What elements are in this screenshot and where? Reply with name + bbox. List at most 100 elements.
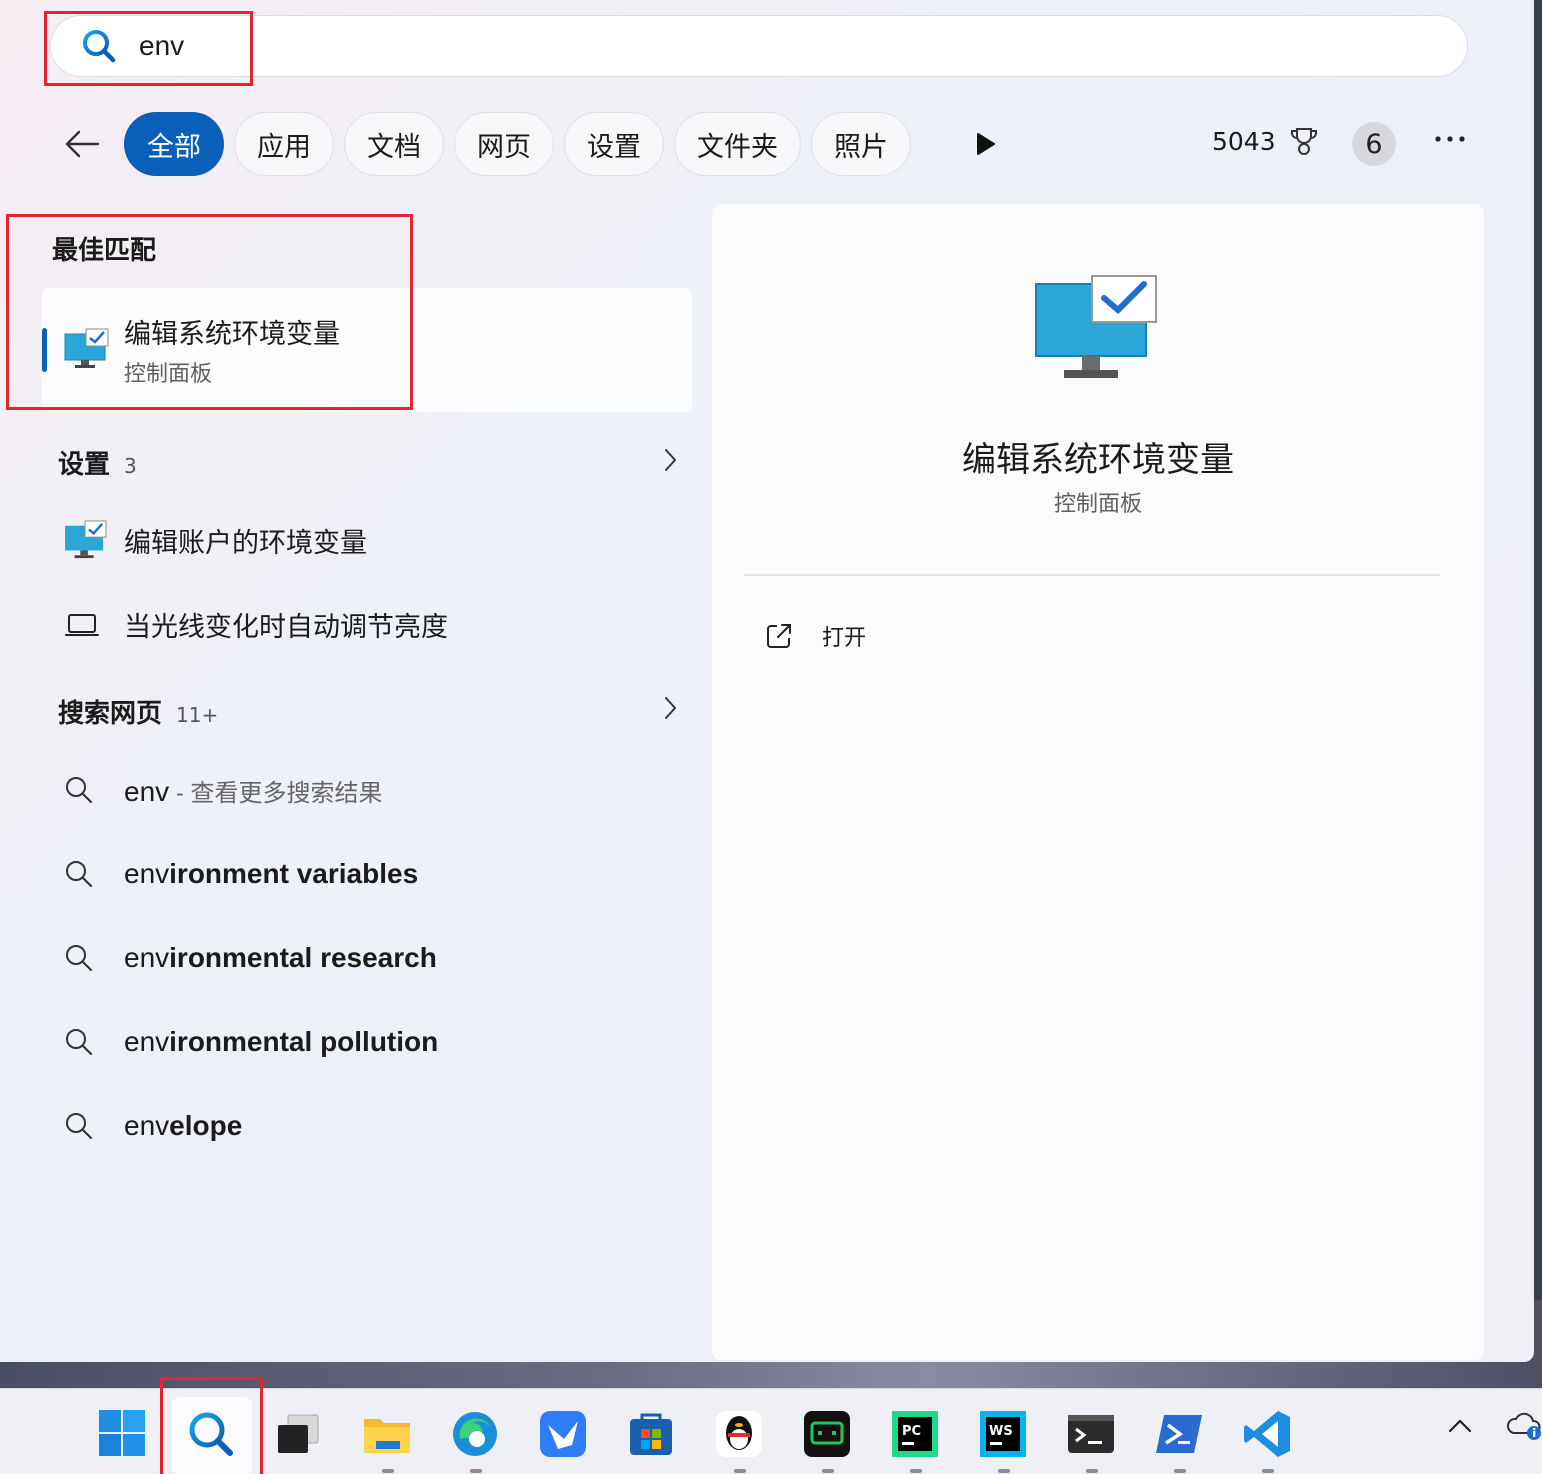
web-suggestion[interactable]: environmental pollution	[58, 1012, 438, 1072]
arrow-left-icon	[65, 130, 100, 158]
divider	[744, 574, 1440, 576]
web-result-more[interactable]: env - 查看更多搜索结果	[58, 760, 382, 820]
svg-text:PC: PC	[902, 1424, 921, 1439]
more-options-icon[interactable]	[1432, 128, 1468, 160]
web-suggestion-label: envelope	[124, 1110, 242, 1142]
web-suggestion[interactable]: envelope	[58, 1096, 242, 1156]
search-icon[interactable]	[186, 1409, 236, 1459]
pycharm-icon[interactable]: PC	[890, 1409, 940, 1459]
search-icon	[66, 1029, 93, 1056]
preview-title: 编辑系统环境变量	[962, 440, 1234, 480]
task-view-icon[interactable]	[274, 1409, 324, 1459]
web-result-term: env	[124, 775, 170, 807]
best-match-item[interactable]: 编辑系统环境变量 控制面板	[42, 288, 692, 412]
terminal-app-icon[interactable]	[802, 1409, 852, 1459]
chevron-right-icon[interactable]	[660, 694, 680, 722]
search-input[interactable]	[139, 26, 1439, 66]
account-badge[interactable]: 6	[1352, 122, 1396, 166]
play-icon[interactable]	[970, 128, 1000, 160]
svg-text:WS: WS	[989, 1424, 1013, 1439]
running-indicator	[382, 1469, 394, 1473]
selection-indicator	[42, 328, 47, 372]
file-explorer-icon[interactable]	[362, 1409, 412, 1459]
start-button[interactable]	[98, 1409, 148, 1459]
running-indicator	[910, 1469, 922, 1473]
search-icon	[66, 777, 93, 804]
web-suggestion[interactable]: environmental research	[58, 928, 437, 988]
microsoft-store-icon[interactable]	[626, 1409, 676, 1459]
open-label: 打开	[822, 626, 867, 651]
search-icon	[66, 945, 93, 972]
web-heading-label: 搜索网页	[58, 699, 163, 729]
settings-item-account-env[interactable]: 编辑账户的环境变量	[58, 510, 367, 570]
settings-count: 3	[124, 454, 137, 478]
search-panel: 全部 应用 文档 网页 设置 文件夹 照片 5043 6 最佳匹配	[0, 0, 1534, 1362]
monitor-check-icon	[1035, 275, 1157, 378]
running-indicator	[1262, 1469, 1274, 1473]
search-icon	[66, 1113, 93, 1140]
powershell-icon[interactable]	[1154, 1409, 1204, 1459]
filter-tabs: 全部 应用 文档 网页 设置 文件夹 照片	[124, 112, 911, 176]
qq-app-icon[interactable]	[714, 1409, 764, 1459]
suggestion-prefix: env	[124, 942, 170, 973]
vscode-icon[interactable]	[1242, 1409, 1292, 1459]
chevron-up-icon[interactable]	[1446, 1413, 1474, 1441]
settings-item-label: 当光线变化时自动调节亮度	[124, 611, 448, 643]
tab-all[interactable]: 全部	[124, 112, 224, 176]
search-box[interactable]	[50, 15, 1468, 77]
web-result-label: env - 查看更多搜索结果	[124, 773, 382, 808]
windows-logo-icon	[99, 1410, 145, 1456]
running-indicator	[1174, 1469, 1186, 1473]
open-button[interactable]: 打开	[764, 614, 866, 658]
web-count: 11+	[176, 703, 219, 727]
rewards-points[interactable]: 5043	[1212, 126, 1318, 156]
search-icon	[83, 30, 116, 63]
edge-browser-icon[interactable]	[450, 1409, 500, 1459]
trophy-icon	[1290, 128, 1317, 155]
suggestion-rest: elope	[169, 1110, 243, 1141]
web-suggestion-label: environmental pollution	[124, 1026, 438, 1058]
tab-web[interactable]: 网页	[454, 112, 554, 176]
running-indicator	[470, 1469, 482, 1473]
suggestion-rest: ironmental research	[169, 942, 437, 973]
tab-apps[interactable]: 应用	[234, 112, 334, 176]
suggestion-prefix: env	[124, 1026, 170, 1057]
web-suggestion-label: environment variables	[124, 858, 418, 890]
cloud-icon[interactable]	[1506, 1409, 1542, 1443]
monitor-check-icon	[64, 328, 109, 368]
taskbar: PC WS	[0, 1377, 1542, 1474]
tab-photos[interactable]: 照片	[811, 112, 911, 176]
back-button[interactable]	[60, 122, 104, 166]
settings-heading-label: 设置	[58, 450, 111, 480]
preview-subtitle: 控制面板	[1053, 492, 1142, 517]
running-indicator	[822, 1469, 834, 1473]
search-icon	[66, 861, 93, 888]
running-indicator	[1086, 1469, 1098, 1473]
suggestion-rest: ironment variables	[169, 858, 419, 889]
open-external-icon	[767, 624, 791, 648]
settings-item-auto-brightness[interactable]: 当光线变化时自动调节亮度	[58, 594, 448, 654]
chevron-right-icon[interactable]	[660, 446, 680, 474]
best-match-heading: 最佳匹配	[52, 236, 157, 266]
best-match-title: 编辑系统环境变量	[124, 319, 340, 350]
tab-settings[interactable]: 设置	[564, 112, 664, 176]
web-suggestion[interactable]: environment variables	[58, 844, 418, 904]
web-result-suffix: - 查看更多搜索结果	[169, 779, 383, 807]
windows-terminal-icon[interactable]	[1066, 1409, 1116, 1459]
best-match-subtitle: 控制面板	[124, 362, 213, 387]
web-suggestion-label: environmental research	[124, 942, 437, 974]
running-indicator	[734, 1469, 746, 1473]
monitor-check-icon	[65, 520, 107, 559]
tab-documents[interactable]: 文档	[344, 112, 444, 176]
suggestion-rest: ironmental pollution	[169, 1026, 439, 1057]
suggestion-prefix: env	[124, 858, 170, 889]
points-value: 5043	[1212, 126, 1276, 156]
laptop-icon	[65, 614, 99, 636]
preview-pane: 编辑系统环境变量 控制面板 打开	[712, 204, 1484, 1360]
settings-heading[interactable]: 设置 3	[58, 444, 137, 481]
tab-folders[interactable]: 文件夹	[674, 112, 801, 176]
webstorm-icon[interactable]: WS	[978, 1409, 1028, 1459]
feishu-app-icon[interactable]	[538, 1409, 588, 1459]
suggestion-prefix: env	[124, 1110, 170, 1141]
web-heading[interactable]: 搜索网页 11+	[58, 693, 218, 730]
